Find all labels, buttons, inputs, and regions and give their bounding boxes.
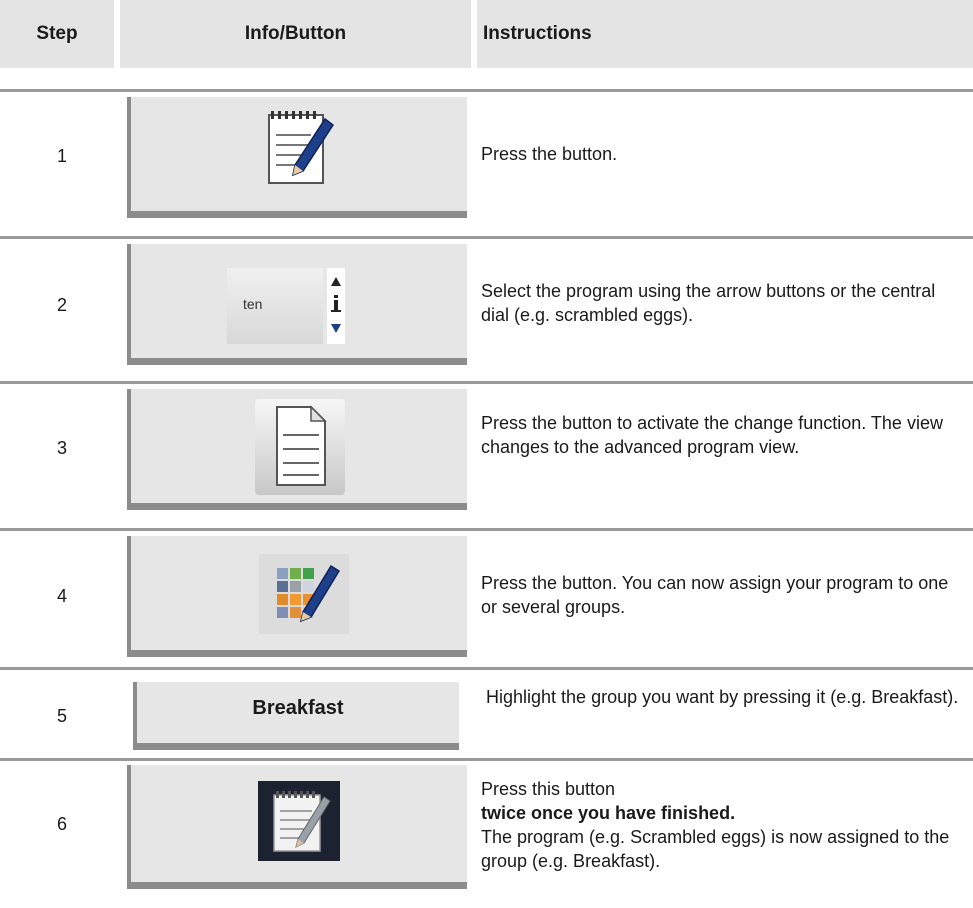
notepad-pencil-icon bbox=[268, 111, 335, 184]
instruction-text: Press the button. You can now assign you… bbox=[481, 573, 949, 617]
arrow-selector bbox=[327, 268, 345, 344]
instruction-text: Press the button. bbox=[481, 144, 618, 164]
step-number: 1 bbox=[56, 146, 67, 166]
table-row: 2 ten Select the program using the arrow… bbox=[0, 239, 973, 379]
table-row: 1 Press the button. bbox=[0, 92, 973, 232]
table-row: 5 Breakfast Highlight the group you want… bbox=[0, 670, 973, 750]
table-row: 3 Press the button to activate the chang… bbox=[0, 384, 973, 524]
header-step: Step bbox=[0, 0, 114, 68]
step-number: 6 bbox=[56, 814, 67, 834]
instruction-line: The program (e.g. Scrambled eggs) is now… bbox=[481, 827, 950, 871]
arrow-selector-icon bbox=[331, 277, 341, 333]
instruction-text: Select the program using the arrow butto… bbox=[481, 281, 936, 325]
header-instructions: Instructions bbox=[477, 0, 973, 68]
program-name-text: ten bbox=[243, 296, 263, 312]
breakfast-group-button[interactable]: Breakfast bbox=[133, 682, 459, 750]
program-selector-button[interactable]: ten bbox=[127, 244, 467, 365]
program-list-field: ten bbox=[227, 268, 323, 344]
group-grid-pencil-icon bbox=[259, 554, 349, 634]
instruction-text: Press the button to activate the change … bbox=[481, 413, 943, 457]
document-icon bbox=[276, 405, 327, 486]
table-header: Step Info/Button Instructions bbox=[0, 0, 973, 68]
edit-program-button[interactable] bbox=[127, 97, 467, 218]
table-row: 4 Press the button. You can now assign y… bbox=[0, 531, 973, 671]
step-number: 5 bbox=[56, 706, 67, 726]
assign-group-button[interactable] bbox=[127, 536, 467, 657]
finish-edit-button[interactable] bbox=[127, 765, 467, 889]
instruction-line: Press this button bbox=[481, 779, 616, 799]
instruction-text: Highlight the group you want by pressing… bbox=[486, 687, 959, 707]
table-row: 6 Press this button twice once you have … bbox=[0, 761, 973, 908]
header-info-button: Info/Button bbox=[120, 0, 471, 68]
change-function-button[interactable] bbox=[127, 389, 467, 510]
step-number: 2 bbox=[56, 295, 67, 315]
breakfast-label: Breakfast bbox=[252, 697, 344, 719]
step-number: 3 bbox=[56, 438, 67, 458]
notepad-pencil-dark-icon bbox=[273, 791, 331, 852]
step-number: 4 bbox=[56, 586, 67, 606]
instruction-emphasis: twice once you have finished. bbox=[481, 803, 736, 823]
instruction-text: Press this button twice once you have fi… bbox=[481, 777, 961, 873]
